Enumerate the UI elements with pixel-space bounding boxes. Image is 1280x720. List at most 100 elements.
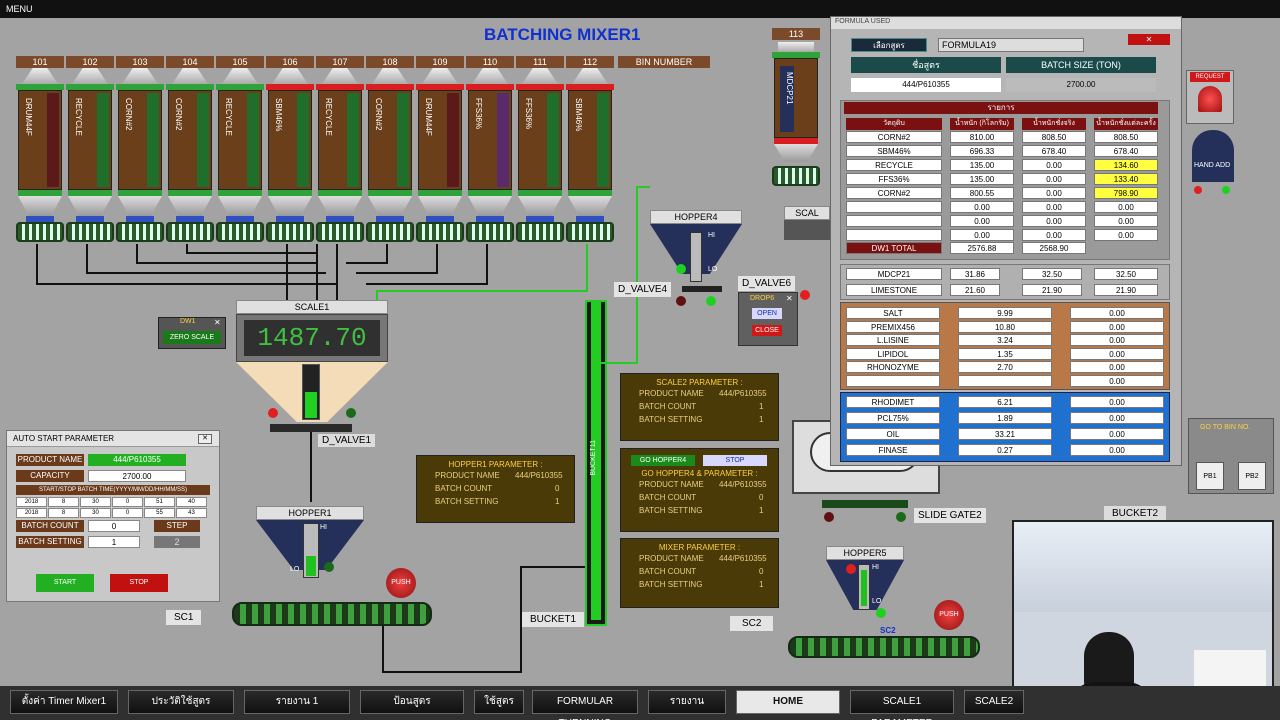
auto-start-button[interactable]: START: [36, 574, 94, 592]
pb2-button[interactable]: PB2: [1238, 462, 1266, 490]
screw-conveyor-1: [232, 602, 432, 626]
premix-cell: 0.00: [1070, 374, 1164, 387]
ingredient-cell: 0.00: [1022, 201, 1086, 213]
batch-time-cell[interactable]: 0: [112, 497, 143, 507]
formula-window-title: FORMULA USED: [831, 17, 1181, 29]
feeder: [316, 222, 364, 242]
dw1-close-icon[interactable]: ✕: [214, 318, 221, 327]
scale1-label: SCALE1: [236, 300, 388, 314]
bin-112[interactable]: SBM46%: [566, 68, 614, 246]
bin-107[interactable]: RECYCLE: [316, 68, 364, 246]
formula-close-icon[interactable]: ✕: [1128, 34, 1170, 45]
bottom-nav-button[interactable]: FORMULAR TURNNING: [532, 690, 638, 720]
dw1-total-cell: 2576.88: [950, 242, 1014, 254]
bin-103[interactable]: CORN#2: [116, 68, 164, 246]
hand-add-hopper[interactable]: [1192, 130, 1234, 182]
hopper4-stop-button[interactable]: STOP: [703, 455, 767, 466]
bottom-nav-button[interactable]: SCALE1 PARAMETER: [850, 690, 954, 720]
premix-cell: 0.00: [1070, 361, 1164, 373]
capacity-input[interactable]: 2700.00: [88, 470, 186, 482]
bucket2-label: BUCKET2: [1104, 506, 1167, 521]
batch-time-cell[interactable]: 30: [80, 497, 111, 507]
batch-size-value: 2700.00: [1006, 78, 1156, 92]
batch-time-cell[interactable]: 51: [144, 497, 175, 507]
hand-add-label: HAND ADD: [1194, 162, 1231, 169]
bucket11-label: BUCKET11: [590, 440, 597, 476]
liquid-additive-cell: 6.21: [958, 396, 1052, 408]
minor-ingredient-cell: 21.90: [1022, 284, 1082, 296]
bin-105[interactable]: RECYCLE: [216, 68, 264, 246]
feeder: [266, 222, 314, 242]
batch-time-cell[interactable]: 30: [80, 508, 111, 518]
premix-cell: 1.35: [958, 347, 1052, 360]
ingredient-cell: FFS36%: [846, 173, 942, 185]
bin-104[interactable]: CORN#2: [166, 68, 214, 246]
batch-time-cell[interactable]: 2018: [16, 508, 47, 518]
bin-113-number: 113: [772, 28, 820, 40]
ingredient-cell: 800.55: [950, 187, 1014, 199]
batch-time-cell[interactable]: 0: [112, 508, 143, 518]
zero-scale-button[interactable]: ZERO SCALE: [163, 331, 221, 344]
batch-time-cell[interactable]: 40: [176, 497, 207, 507]
minor-ingredient-cell: 31.86: [950, 268, 1000, 280]
bottom-nav-button[interactable]: ตั้งค่า Timer Mixer1: [10, 690, 118, 714]
batch-time-cell[interactable]: 2018: [16, 497, 47, 507]
liquid-additive-cell: 0.27: [958, 444, 1052, 456]
select-formula-button[interactable]: เลือกสูตร: [851, 38, 927, 52]
bottom-nav-button[interactable]: SCALE2: [964, 690, 1024, 714]
drop6-close-button[interactable]: CLOSE: [752, 325, 782, 336]
bin-108[interactable]: CORN#2: [366, 68, 414, 246]
bin-102[interactable]: RECYCLE: [66, 68, 114, 246]
bottom-nav-button[interactable]: HOME: [736, 690, 840, 714]
bin-108-number: 108: [366, 56, 414, 68]
drop6-close-icon[interactable]: ✕: [786, 294, 793, 303]
batch-time-cell[interactable]: 8: [48, 497, 79, 507]
bottom-nav-button[interactable]: รายงาน 1: [244, 690, 350, 714]
drop6-open-button[interactable]: OPEN: [752, 308, 782, 319]
batch-time-cell[interactable]: 55: [144, 508, 175, 518]
ingredient-cell: 0.00: [1022, 173, 1086, 185]
bin-110[interactable]: FFS36%: [466, 68, 514, 246]
hopper5-lo: LO: [872, 598, 882, 605]
bin-106[interactable]: SBM46%: [266, 68, 314, 246]
scale1-lo-lamp: [346, 408, 356, 418]
ingredient-cell: SBM46%: [846, 145, 942, 157]
ingredient-list-title: รายการ: [844, 102, 1158, 114]
auto-stop-button[interactable]: STOP: [110, 574, 168, 592]
ingredient-cell: 0.00: [1094, 229, 1158, 241]
bottom-nav-button[interactable]: ใช้สูตร: [474, 690, 524, 714]
bottom-nav-button[interactable]: รายงาน: [648, 690, 726, 714]
ingredient-cell: 0.00: [950, 229, 1014, 241]
hopper5-push-button[interactable]: PUSH: [934, 600, 964, 630]
batch-setting-input[interactable]: 1: [88, 536, 140, 548]
hopper5-label: HOPPER5: [826, 546, 904, 560]
ingredient-cell: CORN#2: [846, 131, 942, 143]
hopper1-push-button[interactable]: PUSH: [386, 568, 416, 598]
auto-start-close-icon[interactable]: ✕: [198, 434, 212, 444]
bottom-nav-button[interactable]: ป้อนสูตร: [360, 690, 464, 714]
formula-name-field[interactable]: FORMULA19: [938, 38, 1084, 52]
batch-time-cell[interactable]: 8: [48, 508, 79, 518]
bin-label: CORN#2: [374, 98, 383, 131]
bin-101-number: 101: [16, 56, 64, 68]
bin-101[interactable]: DRUM44F: [16, 68, 64, 246]
go-hopper4-button[interactable]: GO HOPPER4: [631, 455, 695, 466]
bin-113[interactable]: MDCP21: [772, 42, 820, 188]
bin-112-number: 112: [566, 56, 614, 68]
ingredient-cell: 798.90: [1094, 187, 1158, 199]
pb1-button[interactable]: PB1: [1196, 462, 1224, 490]
ingredient-cell: [846, 215, 942, 227]
batch-count-value[interactable]: 0: [88, 520, 140, 532]
batch-time-cell[interactable]: 43: [176, 508, 207, 518]
bottom-nav-button[interactable]: ประวัติใช้สูตร: [128, 690, 234, 714]
minor-ingredient-cell: 32.50: [1094, 268, 1158, 280]
bin-111[interactable]: FFS36%: [516, 68, 564, 246]
request-label: REQUEST: [1190, 72, 1230, 82]
product-name-value[interactable]: 444/P610355: [88, 454, 186, 466]
bin-label: RECYCLE: [324, 98, 333, 136]
bin-label: RECYCLE: [224, 98, 233, 136]
ingredient-cell: 678.40: [1094, 145, 1158, 157]
premix-cell: 0.00: [1070, 347, 1164, 360]
hopper1-label: HOPPER1: [256, 506, 364, 520]
bin-109[interactable]: DRUM44F: [416, 68, 464, 246]
